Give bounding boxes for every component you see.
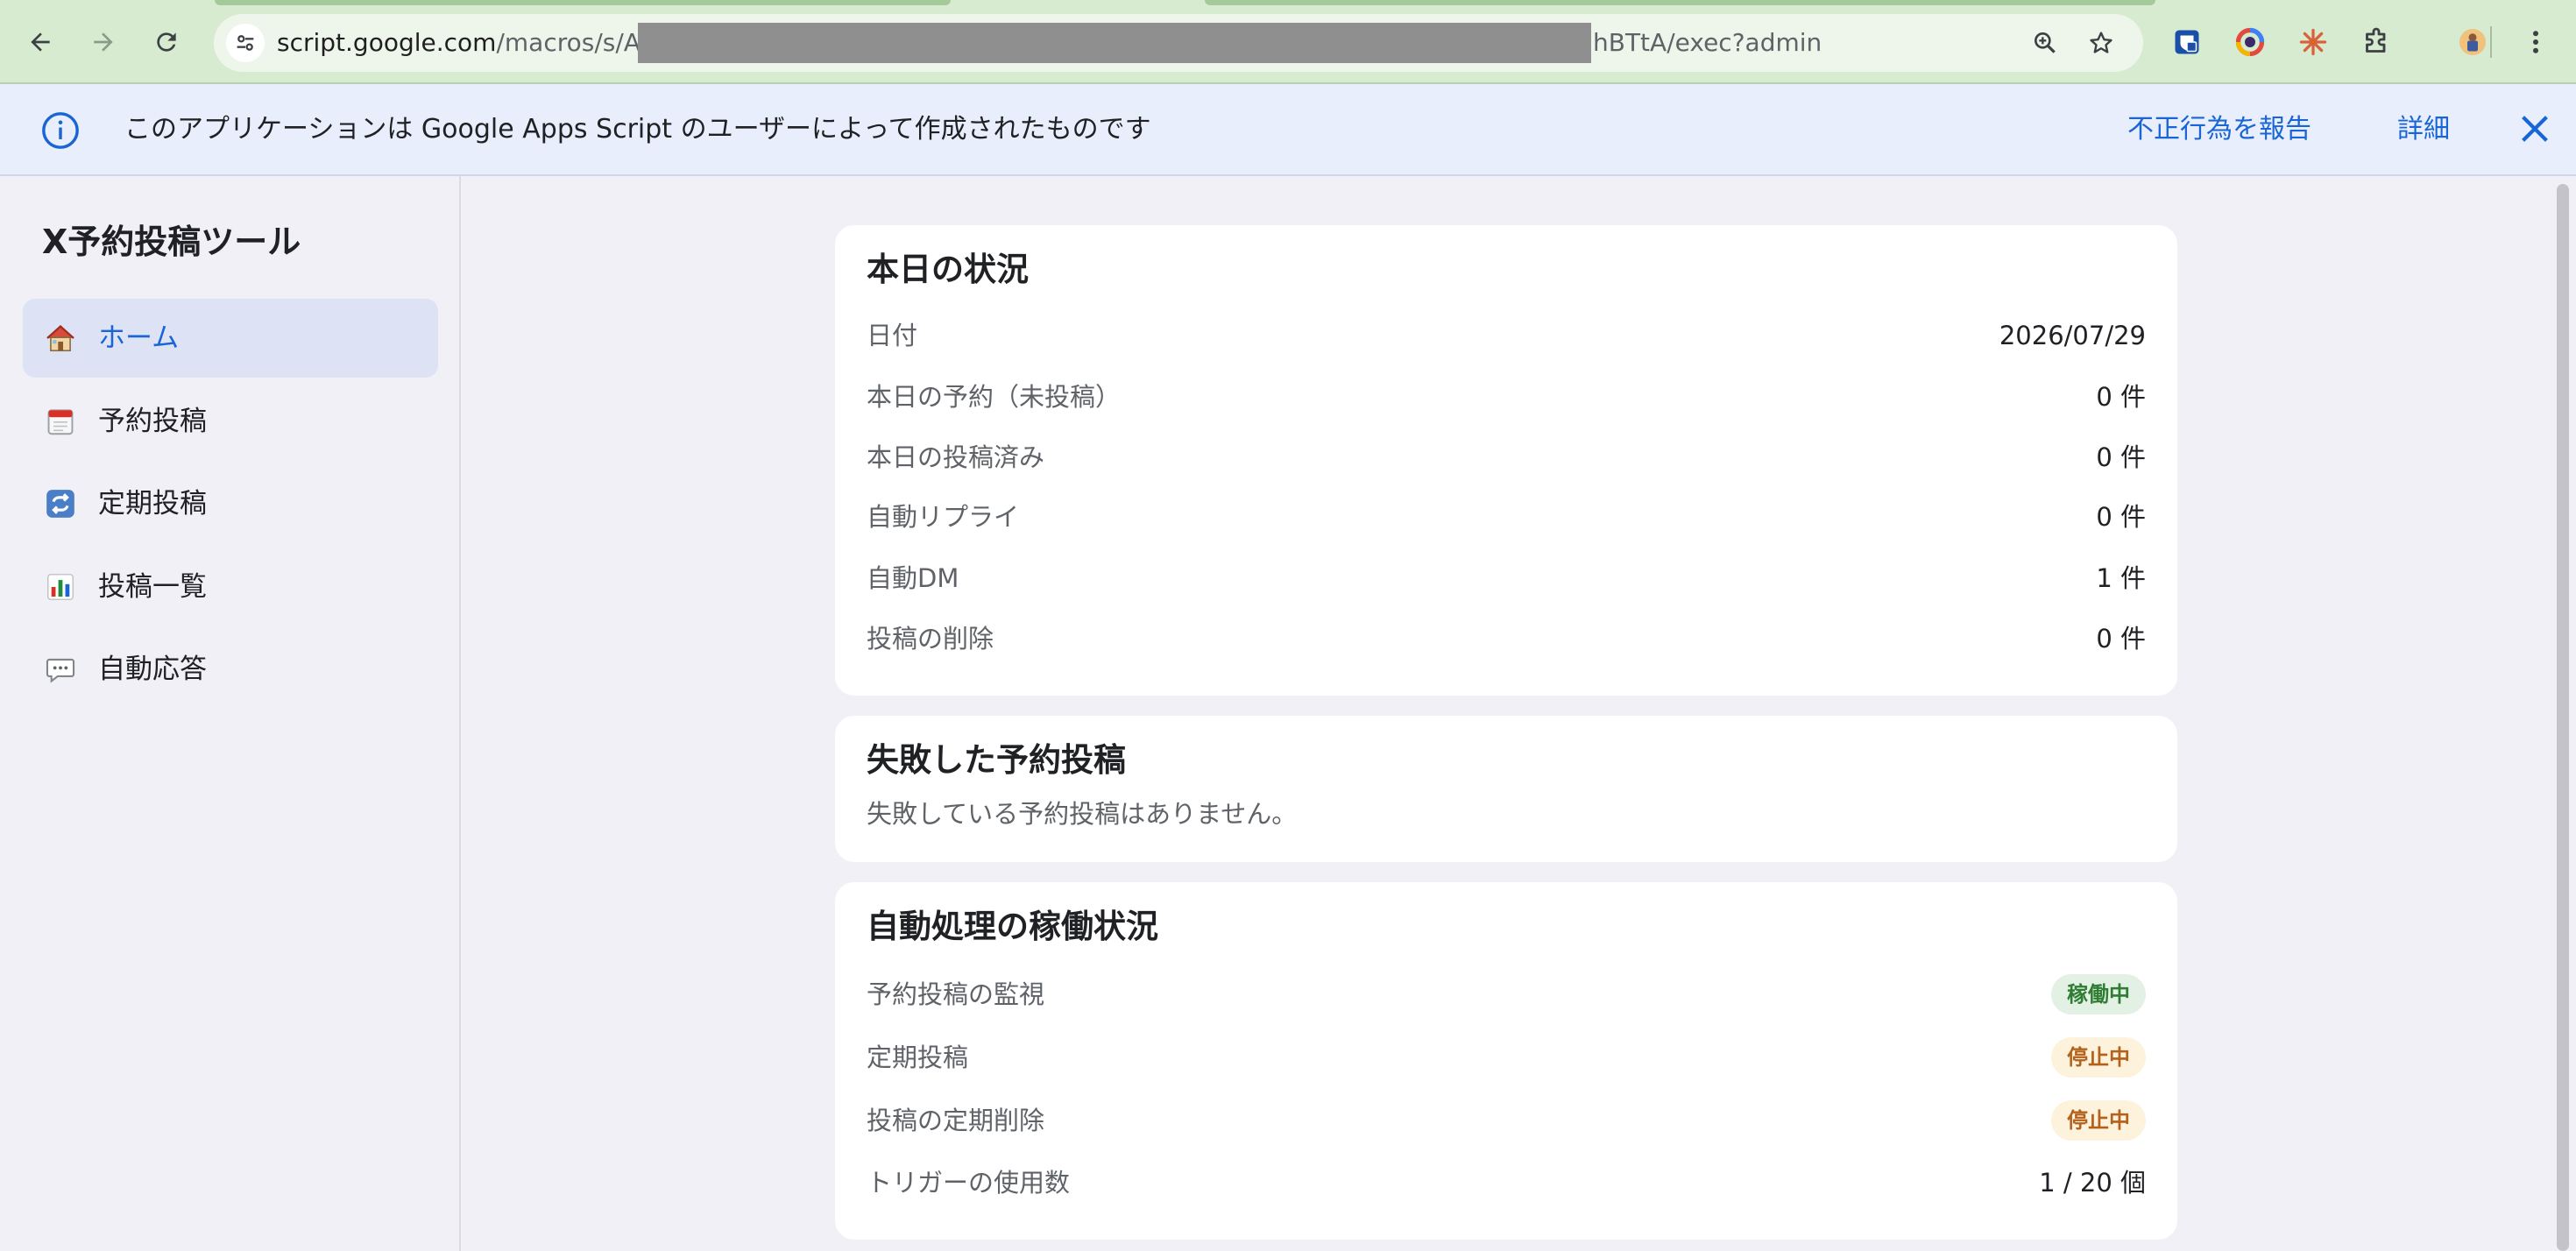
extension-button[interactable] (2231, 23, 2269, 61)
house-icon (46, 325, 74, 352)
sidebar-item-auto-reply[interactable]: 自動応答 (23, 630, 438, 709)
status-badge: 停止中 (2051, 1037, 2146, 1078)
card-title: 本日の状況 (867, 251, 1029, 288)
row-label: 自動DM (867, 563, 959, 593)
bar-chart-icon (46, 573, 74, 601)
tab-strip-edge (215, 0, 951, 5)
row-label: 日付 (867, 321, 918, 350)
sidebar-item-scheduled-posts[interactable]: 予約投稿 (23, 382, 438, 461)
row-value: 1 件 (2096, 563, 2146, 593)
row-label: 自動リプライ (867, 502, 1020, 532)
sidebar-item-label: 自動応答 (98, 654, 207, 685)
row-value: 0 件 (2096, 442, 2146, 472)
row-label: 本日の予約（未投稿） (867, 382, 1122, 412)
sidebar-item-recurring-posts[interactable]: 定期投稿 (23, 464, 438, 543)
empty-message: 失敗している予約投稿はありません。 (867, 799, 1298, 829)
banner-message: このアプリケーションは Google Apps Script のユーザーによって… (124, 114, 1151, 145)
reload-button[interactable] (144, 19, 189, 65)
row-label: トリガーの使用数 (867, 1168, 1071, 1198)
row-value: 0 件 (2096, 382, 2146, 412)
browser-menu-button[interactable] (2516, 23, 2555, 61)
sidebar: X予約投稿ツール ホーム 予約投稿 定期投稿 投稿一覧 自動応答 (0, 176, 461, 1251)
row-label: 定期投稿 (867, 1042, 969, 1072)
sidebar-item-label: ホーム (98, 322, 180, 354)
repeat-icon (46, 490, 74, 518)
details-link[interactable]: 詳細 (2397, 110, 2450, 149)
extensions-menu-button[interactable] (2357, 23, 2396, 61)
status-badge: 稼働中 (2051, 974, 2146, 1014)
address-bar[interactable]: script.google.com/macros/s/AK hBTtA/exec… (214, 14, 2143, 72)
reload-icon (157, 32, 176, 52)
puzzle-icon (2366, 27, 2386, 53)
close-icon[interactable] (2515, 109, 2555, 149)
url-tail: hBTtA/exec?admin (1593, 28, 1822, 57)
bitwarden-icon (2175, 30, 2199, 54)
sidebar-item-label: 予約投稿 (98, 406, 207, 437)
arrow-left-icon (31, 32, 50, 52)
row-value: 0 件 (2096, 502, 2146, 532)
calendar-icon (47, 409, 74, 435)
profile-button[interactable] (2453, 23, 2492, 61)
url-host: script.google.com (277, 28, 497, 57)
url-text: script.google.com/macros/s/AK (277, 26, 656, 60)
status-badge: 停止中 (2051, 1100, 2146, 1141)
forward-button[interactable] (81, 19, 126, 65)
browser-toolbar: script.google.com/macros/s/AK hBTtA/exec… (0, 0, 2576, 84)
row-value: 2026/07/29 (1999, 321, 2146, 350)
info-icon (42, 112, 79, 149)
sidebar-item-home[interactable]: ホーム (23, 299, 438, 378)
sidebar-item-label: 定期投稿 (98, 488, 207, 519)
row-label: 本日の投稿済み (867, 442, 1045, 472)
card-title: 自動処理の稼働状況 (867, 908, 1158, 945)
page-scrollbar-thumb[interactable] (2557, 184, 2569, 1251)
row-label: 予約投稿の監視 (867, 979, 1045, 1009)
report-abuse-link[interactable]: 不正行為を報告 (2127, 110, 2311, 149)
site-info-button[interactable] (226, 24, 265, 62)
avatar-icon (2459, 29, 2486, 55)
speech-bubble-icon (46, 658, 75, 683)
more-vert-icon (2533, 31, 2538, 53)
tab-strip-edge (1205, 0, 2155, 5)
row-label: 投稿の削除 (867, 624, 994, 654)
app-title: X予約投稿ツール (42, 223, 301, 261)
arrow-right-icon (94, 32, 113, 52)
url-redaction (638, 23, 1591, 63)
today-status-card: 本日の状況 日付 2026/07/29 本日の予約（未投稿） 0 件 本日の投稿… (835, 225, 2177, 696)
back-button[interactable] (18, 19, 63, 65)
tune-icon (237, 35, 254, 51)
apps-script-warning-banner: このアプリケーションは Google Apps Script のユーザーによって… (0, 84, 2576, 176)
row-value: 0 件 (2096, 624, 2146, 654)
url-path: /macros/s/AK (496, 28, 657, 57)
row-label: 投稿の定期削除 (867, 1106, 1045, 1135)
bookmark-button[interactable] (2084, 25, 2119, 60)
row-value: 1 / 20 個 (2039, 1168, 2146, 1198)
sparkle-icon (2299, 28, 2327, 56)
extension-button[interactable] (2294, 23, 2332, 61)
extension-button[interactable] (2168, 23, 2206, 61)
zoom-button[interactable] (2028, 25, 2063, 60)
card-title: 失敗した予約投稿 (867, 741, 1126, 779)
color-ring-icon (2235, 27, 2265, 57)
sidebar-item-post-list[interactable]: 投稿一覧 (23, 548, 438, 626)
failed-posts-card: 失敗した予約投稿 失敗している予約投稿はありません。 (835, 716, 2177, 862)
star-icon (2090, 32, 2112, 53)
automation-status-card: 自動処理の稼働状況 予約投稿の監視 稼働中 定期投稿 停止中 投稿の定期削除 停… (835, 882, 2177, 1240)
zoom-icon (2035, 32, 2056, 53)
sidebar-item-label: 投稿一覧 (98, 571, 207, 603)
